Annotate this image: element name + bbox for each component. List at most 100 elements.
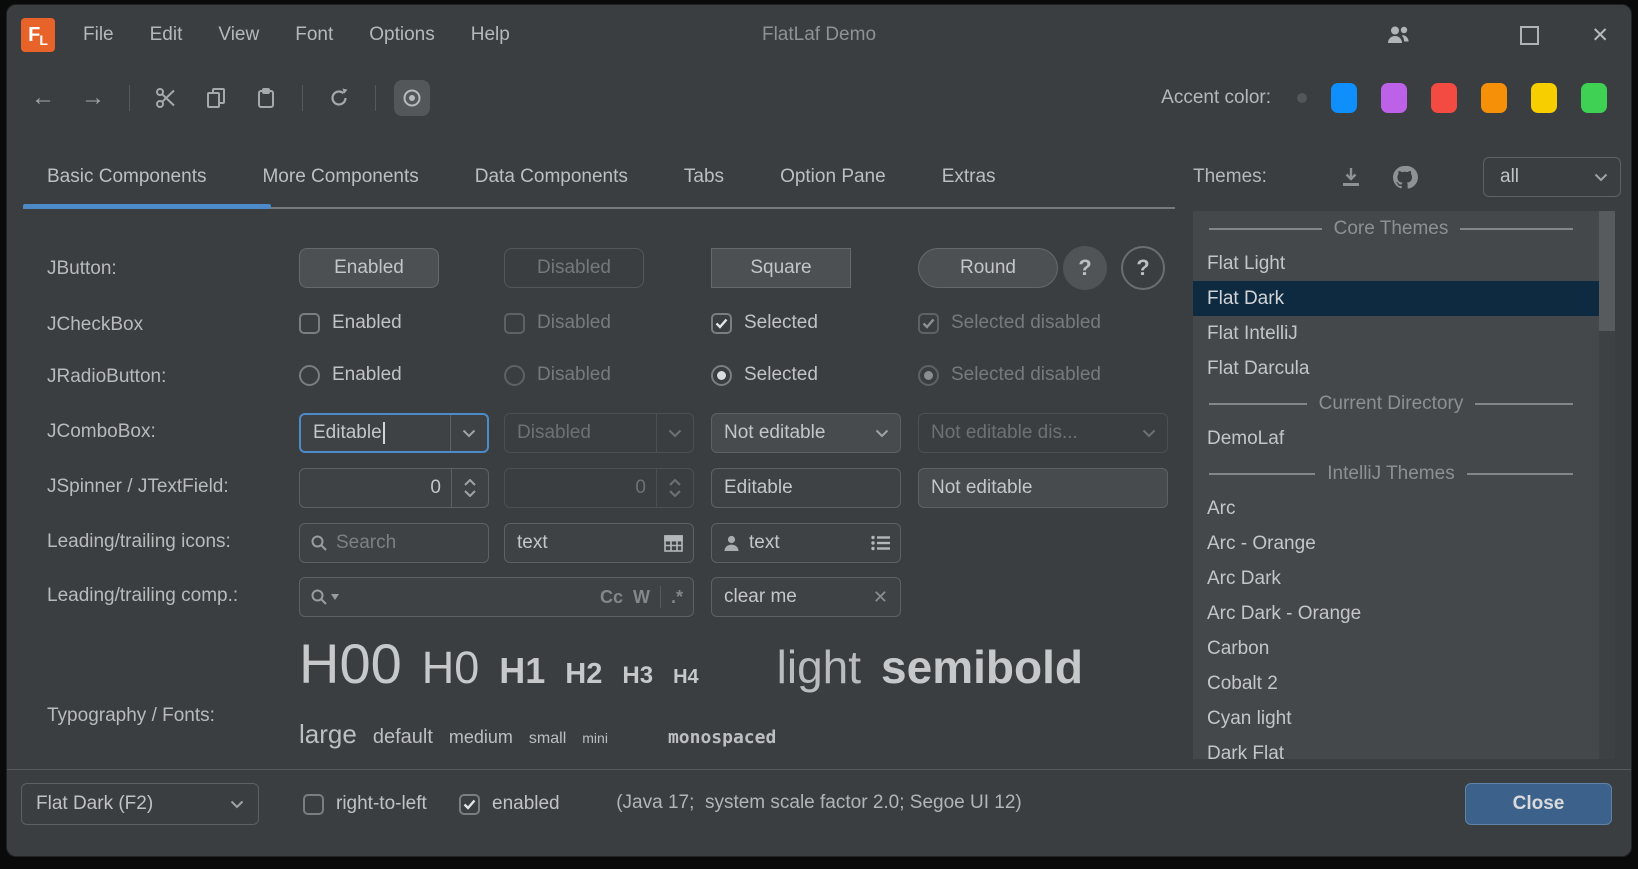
tab-data-components[interactable]: Data Components — [475, 166, 628, 188]
search-menu-caret-icon[interactable] — [331, 594, 339, 600]
chevron-down-icon[interactable] — [451, 429, 487, 438]
accent-swatch-red[interactable] — [1431, 83, 1457, 113]
refresh-button[interactable] — [321, 80, 357, 116]
spinner-value[interactable]: 0 — [300, 477, 451, 499]
regex-button[interactable]: .* — [671, 587, 683, 608]
themes-filter-combobox[interactable]: all — [1483, 157, 1621, 197]
scrollbar-thumb[interactable] — [1599, 211, 1615, 331]
list-icon[interactable] — [871, 535, 890, 551]
combobox-editable[interactable]: Editable — [299, 413, 489, 453]
tab-option-pane[interactable]: Option Pane — [780, 166, 886, 188]
textfield-value: Not editable — [919, 477, 1032, 499]
themes-scrollbar[interactable] — [1599, 211, 1615, 759]
back-button[interactable]: ← — [25, 80, 61, 116]
theme-item-flat-dark[interactable]: Flat Dark — [1193, 281, 1599, 316]
theme-item-demolaf[interactable]: DemoLaf — [1193, 421, 1599, 456]
lookandfeel-combobox[interactable]: Flat Dark (F2) — [21, 783, 259, 825]
textfield-editable[interactable]: Editable — [711, 468, 901, 508]
github-button[interactable] — [1387, 159, 1423, 195]
theme-item-carbon[interactable]: Carbon — [1193, 631, 1599, 666]
accent-swatch-orange[interactable] — [1481, 83, 1507, 113]
theme-item-dark-flat[interactable]: Dark Flat — [1193, 736, 1599, 759]
tab-tabs[interactable]: Tabs — [684, 166, 724, 188]
monospaced-sample: monospaced — [668, 727, 776, 748]
theme-item-flat-darcula[interactable]: Flat Darcula — [1193, 351, 1599, 386]
theme-item-flat-light[interactable]: Flat Light — [1193, 246, 1599, 281]
textfield-value: text — [505, 532, 548, 554]
accent-swatch-default[interactable] — [1297, 93, 1307, 103]
typography-heading-samples: H00 H0 H1 H2 H3 H4 light semibold — [299, 631, 1083, 696]
chevron-down-icon[interactable] — [864, 429, 900, 438]
whole-word-button[interactable]: W — [633, 587, 650, 608]
accent-swatch-purple[interactable] — [1381, 83, 1407, 113]
theme-item-flat-intellij[interactable]: Flat IntelliJ — [1193, 316, 1599, 351]
tab-more-components[interactable]: More Components — [262, 166, 418, 188]
theme-item-arc[interactable]: Arc — [1193, 491, 1599, 526]
accent-swatch-blue[interactable] — [1331, 83, 1357, 113]
combobox-not-editable[interactable]: Not editable — [711, 413, 901, 453]
small-sample: small — [529, 730, 566, 748]
menu-edit[interactable]: Edit — [150, 24, 183, 46]
default-sample: default — [373, 726, 433, 749]
maximize-button[interactable] — [1520, 26, 1539, 45]
accent-swatch-yellow[interactable] — [1531, 83, 1557, 113]
search-icon[interactable] — [310, 588, 328, 606]
copy-button[interactable] — [198, 80, 234, 116]
menu-help[interactable]: Help — [471, 24, 510, 46]
show-eye-toggle-button[interactable] — [394, 80, 430, 116]
themes-filter-value: all — [1500, 166, 1519, 188]
accent-swatch-green[interactable] — [1581, 83, 1607, 113]
menu-view[interactable]: View — [218, 24, 259, 46]
theme-separator-current-directory: Current Directory — [1193, 386, 1599, 421]
table-icon[interactable] — [664, 535, 683, 552]
chevron-down-icon — [230, 793, 244, 815]
statusbar-separator — [7, 769, 1631, 770]
spinner-enabled[interactable]: 0 — [299, 468, 489, 508]
right-to-left-checkbox[interactable]: right-to-left — [303, 793, 427, 815]
lookandfeel-value: Flat Dark (F2) — [36, 793, 153, 815]
toolbar-separator — [302, 85, 303, 111]
theme-item-arc-dark[interactable]: Arc Dark — [1193, 561, 1599, 596]
enabled-checkbox[interactable]: enabled — [459, 793, 560, 815]
h3-sample: H3 — [622, 662, 653, 690]
text-field-table-icon[interactable]: text — [504, 523, 694, 563]
themes-list: Core Themes Flat Light Flat Dark Flat In… — [1193, 211, 1615, 759]
spinner-up-icon[interactable] — [464, 479, 476, 486]
round-button[interactable]: Round — [918, 248, 1058, 288]
typography-label: Typography / Fonts: — [47, 705, 215, 727]
match-case-button[interactable]: Cc — [600, 587, 623, 608]
paste-button[interactable] — [248, 80, 284, 116]
enabled-button[interactable]: Enabled — [299, 248, 439, 288]
chevron-down-icon — [1594, 166, 1608, 188]
menu-file[interactable]: File — [83, 24, 114, 46]
cut-button[interactable] — [148, 80, 184, 116]
spinner-down-icon[interactable] — [464, 490, 476, 497]
help-button-outlined[interactable]: ? — [1121, 246, 1165, 290]
square-button[interactable]: Square — [711, 248, 851, 288]
toolbar-separator — [375, 85, 376, 111]
search-field-with-options[interactable]: Cc W .* — [299, 577, 694, 617]
download-theme-button[interactable] — [1333, 159, 1369, 195]
radio-enabled[interactable]: Enabled — [299, 364, 402, 386]
theme-item-arc-dark-orange[interactable]: Arc Dark - Orange — [1193, 596, 1599, 631]
text-cursor — [383, 422, 385, 444]
text-field-user-list-icons[interactable]: text — [711, 523, 901, 563]
close-button[interactable]: Close — [1465, 783, 1612, 825]
search-field[interactable]: Search — [299, 523, 489, 563]
clear-icon[interactable]: ✕ — [873, 587, 888, 608]
forward-button[interactable]: → — [75, 80, 111, 116]
radio-selected[interactable]: Selected — [711, 364, 818, 386]
clearable-text-field[interactable]: clear me ✕ — [711, 577, 901, 617]
theme-item-arc-orange[interactable]: Arc - Orange — [1193, 526, 1599, 561]
checkbox-enabled[interactable]: Enabled — [299, 312, 402, 334]
help-button-filled[interactable]: ? — [1063, 246, 1107, 290]
theme-item-cyan-light[interactable]: Cyan light — [1193, 701, 1599, 736]
menu-font[interactable]: Font — [295, 24, 333, 46]
tab-basic-components[interactable]: Basic Components — [47, 166, 206, 188]
users-icon[interactable] — [1380, 17, 1416, 53]
checkbox-selected[interactable]: Selected — [711, 312, 818, 334]
theme-item-cobalt-2[interactable]: Cobalt 2 — [1193, 666, 1599, 701]
menu-options[interactable]: Options — [369, 24, 434, 46]
tab-extras[interactable]: Extras — [942, 166, 996, 188]
close-window-button[interactable]: ✕ — [1591, 25, 1609, 46]
